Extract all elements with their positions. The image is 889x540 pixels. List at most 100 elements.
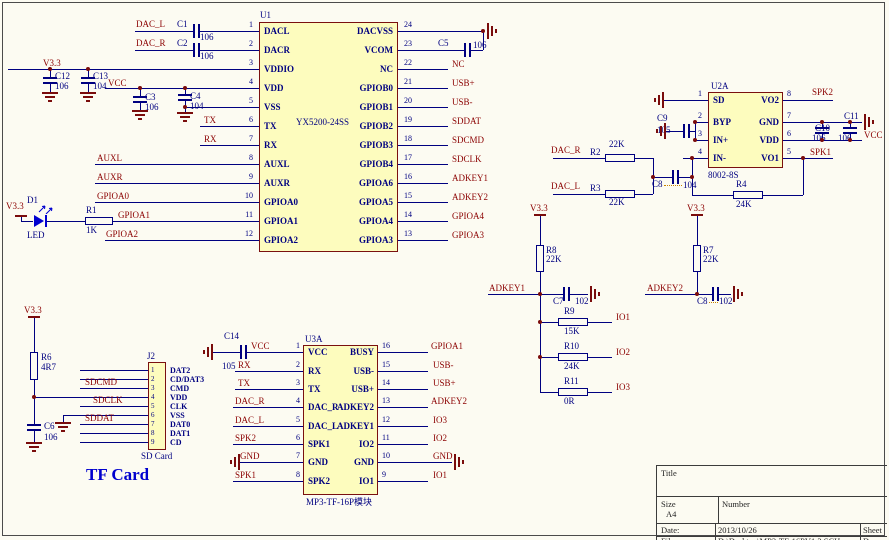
net-label: AUXR (97, 173, 123, 182)
wire (783, 158, 833, 159)
capacitor (27, 429, 41, 431)
pin-number: 7 (151, 420, 155, 428)
capacitor (717, 287, 719, 301)
ground-icon (234, 457, 236, 467)
junction-dot (86, 67, 90, 71)
wire (378, 462, 452, 463)
ground-icon (45, 96, 55, 98)
junction-dot (695, 292, 699, 296)
ground-icon (598, 292, 600, 296)
pin-number: 4 (233, 78, 253, 86)
resistor (733, 191, 763, 199)
ref-label: 22K (609, 198, 625, 207)
wire (803, 158, 804, 195)
pin-name: GPIOB1 (296, 102, 393, 112)
junction-dot (651, 175, 655, 179)
wire (398, 50, 464, 51)
wire (398, 69, 448, 70)
pin-name: USB- (310, 366, 374, 376)
net-label: SDCMD (85, 378, 117, 387)
ground-icon (656, 129, 658, 133)
net-label: DAC_R (551, 146, 581, 155)
resistor (693, 245, 701, 272)
net-label: IO2 (616, 348, 630, 357)
pin-number: 24 (404, 21, 424, 29)
pin-number: 6 (787, 130, 803, 138)
ic-ref: U1 (260, 11, 271, 20)
net-label: SDCLK (93, 396, 123, 405)
pin-number: 13 (404, 230, 424, 238)
capacitor (198, 43, 200, 57)
capacitor (240, 345, 242, 359)
ground-icon (594, 289, 596, 299)
wire (47, 221, 85, 222)
ground-icon (741, 292, 743, 296)
wire (683, 158, 708, 159)
title-block-line (715, 523, 716, 540)
schematic-sheet: TF Card Title Size A4 Number Date: 2013/… (0, 0, 889, 540)
wire (200, 126, 259, 127)
ground-icon (662, 92, 664, 108)
capacitor (683, 124, 685, 138)
ref-label: 106 (200, 33, 214, 42)
net-label: SPK2 (235, 434, 256, 443)
ground-icon (872, 120, 874, 124)
ground-icon (462, 460, 464, 464)
net-label: SDCLK (452, 155, 482, 164)
net-label: SPK1 (235, 471, 256, 480)
net-label: ADKEY2 (452, 193, 488, 202)
pin-number: 3 (151, 384, 155, 392)
capacitor (672, 170, 674, 184)
capacitor (133, 96, 147, 98)
ground-icon (42, 92, 58, 94)
pin-number: 15 (382, 361, 398, 369)
ground-icon (864, 114, 866, 130)
pin-name: DAT2 (170, 366, 190, 375)
ref-label: 106 (473, 41, 487, 50)
capacitor (469, 43, 471, 57)
title-block-title-label: Title (661, 469, 677, 478)
ref-label: C1 (177, 20, 188, 29)
wire (235, 371, 303, 372)
wire (21, 221, 33, 222)
leader-dots (709, 302, 718, 303)
net-label: SDDAT (452, 117, 481, 126)
ref-label: C7 (553, 297, 564, 306)
pin-name: GND (310, 457, 374, 467)
ground-icon (737, 289, 739, 299)
ground-icon (132, 110, 148, 112)
capacitor (43, 77, 57, 79)
pin-name: RX (264, 140, 277, 150)
net-label: USB+ (433, 379, 456, 388)
ref-label: 102 (575, 297, 589, 306)
wire (80, 433, 148, 434)
title-block-line (718, 496, 719, 523)
ic-ref: U3A (305, 335, 323, 344)
capacitor (133, 101, 147, 103)
ground-icon (658, 95, 660, 105)
resistor (536, 245, 544, 272)
ground-icon (238, 454, 240, 470)
wire (540, 357, 558, 358)
pin-name: ADKEY2 (310, 402, 374, 412)
net-label: IO3 (616, 383, 630, 392)
pin-number: 10 (382, 452, 398, 460)
net-label: SPK2 (812, 88, 833, 97)
ground-icon (495, 29, 497, 33)
pin-number: 11 (233, 211, 253, 219)
junction-dot (693, 120, 697, 124)
net-label: GPIOA2 (106, 230, 138, 239)
wire (140, 103, 141, 110)
pin-number: 8 (233, 154, 253, 162)
ground-icon (80, 92, 96, 94)
pin-number: 20 (404, 97, 424, 105)
capacitor (81, 82, 95, 84)
resistor (605, 154, 635, 162)
power-bar-icon (691, 214, 703, 216)
wire (8, 69, 259, 70)
ground-icon (48, 100, 52, 102)
net-label: GND (433, 452, 453, 461)
wire (80, 424, 148, 425)
junction-dot (690, 175, 694, 179)
ground-icon (660, 126, 662, 136)
